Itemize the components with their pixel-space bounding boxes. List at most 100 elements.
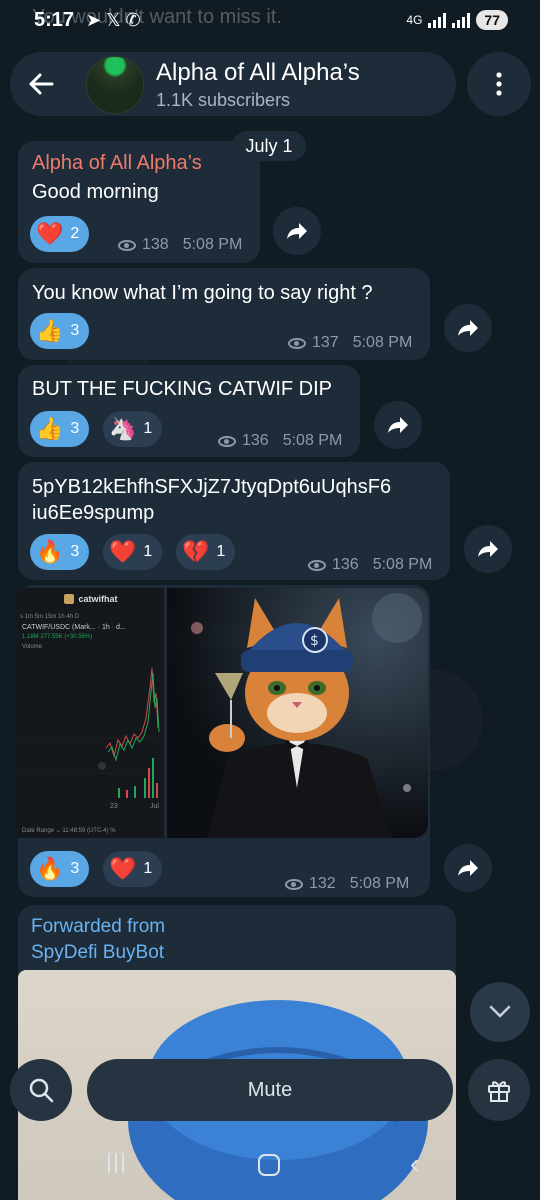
whatsapp-icon: ✆ bbox=[125, 10, 141, 30]
battery-indicator: 77 bbox=[476, 10, 508, 30]
message-sender[interactable]: Alpha of All Alpha’s bbox=[32, 152, 202, 175]
broken-heart-emoji-icon: 💔 bbox=[182, 539, 210, 564]
heart-emoji-icon: ❤️ bbox=[109, 856, 137, 881]
share-arrow-icon bbox=[478, 541, 498, 557]
heart-emoji-icon: ❤️ bbox=[109, 539, 137, 564]
eye-icon bbox=[308, 559, 326, 571]
share-arrow-icon bbox=[388, 417, 408, 433]
subscriber-count: 1.1K subscribers bbox=[156, 90, 291, 110]
view-count: 138 bbox=[142, 236, 169, 253]
channel-title[interactable]: Alpha of All Alpha’s bbox=[156, 59, 360, 87]
eye-icon bbox=[288, 337, 306, 349]
telegram-icon: ➤ bbox=[86, 10, 102, 30]
share-button[interactable] bbox=[444, 844, 492, 892]
message-text-line1: 5pYB12kEhfhSFXJjZ7JtyqDpt6uUqhsF6 bbox=[32, 476, 392, 498]
signal-icon bbox=[428, 12, 447, 28]
svg-text:$: $ bbox=[310, 633, 319, 649]
message-time: 5:08 PM bbox=[352, 334, 413, 351]
view-count: 137 bbox=[312, 334, 339, 351]
message-time: 5:08 PM bbox=[282, 432, 343, 449]
reaction-thumbs-up[interactable]: 👍 3 bbox=[30, 313, 90, 349]
reaction-heart[interactable]: ❤️ 1 bbox=[103, 851, 163, 887]
share-button[interactable] bbox=[374, 401, 422, 449]
chevron-down-icon bbox=[489, 1005, 511, 1018]
reaction-thumbs-up[interactable]: 👍 3 bbox=[30, 411, 90, 447]
reaction-broken-heart[interactable]: 💔 1 bbox=[176, 534, 236, 570]
channel-avatar[interactable] bbox=[86, 56, 144, 114]
gift-button[interactable] bbox=[468, 1059, 530, 1121]
unicorn-emoji-icon: 🦄 bbox=[109, 416, 137, 441]
reaction-heart[interactable]: ❤️ 2 bbox=[30, 216, 90, 252]
reaction-count: 3 bbox=[70, 322, 80, 339]
chart-footer: Date Range ⌄ 11:48:59 (UTC-4) % bbox=[22, 828, 116, 834]
reaction-heart[interactable]: ❤️ 1 bbox=[103, 534, 163, 570]
reaction-fire[interactable]: 🔥 3 bbox=[30, 851, 90, 887]
reaction-count: 2 bbox=[70, 225, 80, 242]
view-count: 136 bbox=[242, 432, 269, 449]
message-time: 5:08 PM bbox=[182, 236, 243, 253]
chart-header: catwifhat bbox=[18, 588, 164, 610]
share-button[interactable] bbox=[444, 304, 492, 352]
notification-icons: ➤ 𝕏 ✆ bbox=[86, 10, 141, 31]
eye-icon bbox=[285, 878, 303, 890]
message-time: 5:08 PM bbox=[372, 556, 433, 573]
scroll-down-button[interactable] bbox=[470, 982, 530, 1042]
message-text: Good morning bbox=[32, 181, 159, 203]
message-meta: 137 5:08 PM bbox=[288, 334, 412, 352]
recents-button[interactable] bbox=[108, 1153, 124, 1173]
thumbs-up-emoji-icon: 👍 bbox=[36, 416, 64, 441]
message-text: BUT THE FUCKING CATWIF DIP bbox=[32, 378, 333, 400]
message-time: 5:08 PM bbox=[349, 875, 410, 892]
search-button[interactable] bbox=[10, 1059, 72, 1121]
gift-icon bbox=[488, 1081, 510, 1102]
view-count: 132 bbox=[309, 875, 336, 892]
chart-screenshot-image[interactable]: catwifhat s 1m 5m 15m 1h 4h D CATWIF/USD… bbox=[18, 588, 164, 838]
fire-emoji-icon: 🔥 bbox=[36, 539, 64, 564]
message-text-line2: iu6Ee9spump bbox=[32, 502, 155, 524]
status-time: 5:17 bbox=[34, 9, 75, 31]
reaction-count: 1 bbox=[143, 420, 153, 437]
reaction-count: 3 bbox=[70, 860, 80, 877]
back-button[interactable] bbox=[10, 52, 72, 116]
search-icon bbox=[29, 1078, 54, 1103]
reaction-count: 1 bbox=[216, 543, 226, 560]
share-arrow-icon bbox=[458, 320, 478, 336]
mute-button[interactable]: Mute bbox=[87, 1059, 453, 1121]
share-arrow-icon bbox=[287, 223, 307, 239]
view-count: 136 bbox=[332, 556, 359, 573]
cat-in-beanie-image[interactable]: $ bbox=[167, 588, 428, 838]
reaction-fire[interactable]: 🔥 3 bbox=[30, 534, 90, 570]
chart-title: catwifhat bbox=[78, 594, 118, 604]
cat-illustration: $ bbox=[167, 588, 428, 838]
forwarded-source[interactable]: SpyDefi BuyBot bbox=[31, 942, 164, 964]
message-meta: 136 5:08 PM bbox=[308, 556, 432, 574]
x-icon: 𝕏 bbox=[106, 10, 121, 30]
eye-icon bbox=[218, 435, 236, 447]
more-vertical-icon bbox=[496, 72, 502, 96]
back-nav-button[interactable]: ‹ bbox=[410, 1148, 419, 1180]
reaction-unicorn[interactable]: 🦄 1 bbox=[103, 411, 163, 447]
message-meta: 136 5:08 PM bbox=[218, 432, 342, 450]
chart-pair: CATWIF/USDC (Mark... · 1h · d... bbox=[22, 624, 126, 631]
status-right: 4G 77 bbox=[406, 10, 508, 30]
chart-timeframes: s 1m 5m 15m 1h 4h D bbox=[20, 614, 80, 620]
message-text: You know what I’m going to say right ? bbox=[32, 282, 373, 304]
thumbs-up-emoji-icon: 👍 bbox=[36, 318, 64, 343]
share-button[interactable] bbox=[273, 207, 321, 255]
coin-icon bbox=[64, 594, 75, 604]
heart-emoji-icon: ❤️ bbox=[36, 221, 64, 246]
reaction-count: 3 bbox=[70, 420, 80, 437]
chart-tick-23: 23 bbox=[110, 803, 118, 810]
home-button[interactable] bbox=[258, 1154, 280, 1176]
share-button[interactable] bbox=[464, 525, 512, 573]
message-meta: 138 5:08 PM bbox=[118, 236, 242, 254]
arrow-left-icon bbox=[29, 73, 54, 95]
signal-icon-2 bbox=[452, 12, 471, 28]
reaction-count: 1 bbox=[143, 860, 153, 877]
network-type: 4G bbox=[406, 13, 423, 27]
fire-emoji-icon: 🔥 bbox=[36, 856, 64, 881]
share-arrow-icon bbox=[458, 860, 478, 876]
eye-icon bbox=[118, 239, 136, 251]
chart-volume-line: 1.18M 277.55K (+30.56%) bbox=[22, 634, 93, 640]
more-menu-button[interactable] bbox=[467, 52, 531, 116]
